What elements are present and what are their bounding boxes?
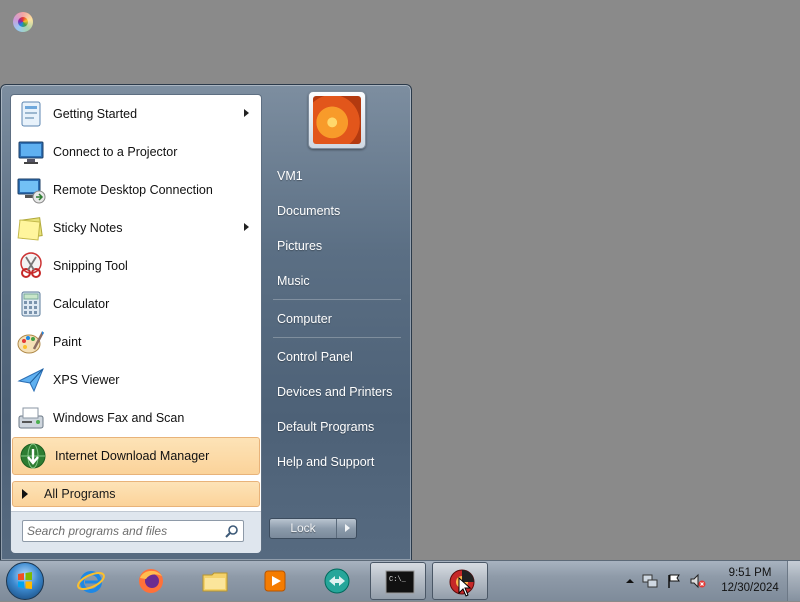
getting-started-icon <box>15 98 47 130</box>
firefox-icon <box>136 566 166 596</box>
menu-item-documents[interactable]: Documents <box>269 196 403 226</box>
program-remote-desktop[interactable]: Remote Desktop Connection <box>11 171 261 209</box>
program-fax-scan[interactable]: Windows Fax and Scan <box>11 399 261 437</box>
teamviewer-icon <box>322 566 352 596</box>
menu-item-default-programs[interactable]: Default Programs <box>269 412 403 442</box>
lock-button[interactable]: Lock <box>269 518 357 539</box>
menu-item-label: Devices and Printers <box>277 385 393 399</box>
sticky-notes-icon <box>15 212 47 244</box>
system-clock[interactable]: 9:51 PM 12/30/2024 <box>712 566 788 596</box>
menu-item-label: Control Panel <box>277 350 353 364</box>
search-box[interactable] <box>22 520 244 542</box>
program-xps-viewer[interactable]: XPS Viewer <box>11 361 261 399</box>
user-avatar-flower <box>313 96 361 144</box>
mouse-cursor-icon <box>458 577 472 597</box>
remote-desktop-icon <box>15 174 47 206</box>
menu-item-control-panel[interactable]: Control Panel <box>269 342 403 372</box>
menu-separator <box>273 299 401 300</box>
program-label: Calculator <box>53 297 110 311</box>
xps-viewer-icon <box>15 364 47 396</box>
program-label: Connect to a Projector <box>53 145 178 159</box>
menu-item-label: Default Programs <box>277 420 375 434</box>
internet-explorer-icon <box>76 566 106 596</box>
program-internet-download-manager[interactable]: Internet Download Manager <box>12 437 260 475</box>
search-input[interactable] <box>27 522 217 540</box>
menu-item-computer[interactable]: Computer <box>269 304 403 334</box>
program-label: Remote Desktop Connection <box>53 183 213 197</box>
taskbar: C:\_ 9:51 PM 12/30/2024 <box>0 560 800 601</box>
clock-date: 12/30/2024 <box>721 582 779 594</box>
expand-arrow-icon <box>22 489 28 499</box>
start-button[interactable] <box>6 562 44 600</box>
fax-scan-icon <box>15 402 47 434</box>
program-getting-started[interactable]: Getting Started <box>11 95 261 133</box>
program-label: Getting Started <box>53 107 138 121</box>
file-explorer-icon <box>200 566 230 596</box>
media-player-icon <box>260 566 290 596</box>
programs-pane: Getting Started Connect to a Projector R… <box>10 94 262 553</box>
all-programs-label: All Programs <box>44 487 116 501</box>
menu-item-label: Pictures <box>277 239 323 253</box>
show-desktop-button[interactable] <box>787 561 800 601</box>
menu-item-label: Computer <box>277 312 332 326</box>
taskbar-firefox[interactable] <box>122 562 178 600</box>
menu-item-user[interactable]: VM1 <box>269 161 403 191</box>
user-picture[interactable] <box>308 91 366 149</box>
menu-item-label: VM1 <box>277 169 303 183</box>
calculator-icon <box>15 288 47 320</box>
submenu-arrow-icon[interactable] <box>244 109 249 117</box>
taskbar-teamviewer[interactable] <box>308 562 364 600</box>
action-center-flag-icon[interactable] <box>666 573 682 589</box>
network-icon[interactable] <box>642 573 658 589</box>
start-menu: Getting Started Connect to a Projector R… <box>0 84 412 561</box>
program-calculator[interactable]: Calculator <box>11 285 261 323</box>
taskbar-file-explorer[interactable] <box>186 562 242 600</box>
program-label: Internet Download Manager <box>55 449 210 463</box>
idm-icon <box>17 440 49 472</box>
clock-time: 9:51 PM <box>728 567 772 579</box>
command-prompt-icon: C:\_ <box>385 567 415 597</box>
menu-item-label: Help and Support <box>277 455 375 469</box>
menu-item-pictures[interactable]: Pictures <box>269 231 403 261</box>
paint-icon <box>15 326 47 358</box>
projector-icon <box>15 136 47 168</box>
show-hidden-icons-icon[interactable] <box>622 573 638 589</box>
program-label: XPS Viewer <box>53 373 120 387</box>
program-label: Paint <box>53 335 82 349</box>
taskbar-internet-explorer[interactable] <box>62 562 118 600</box>
menu-separator <box>273 337 401 338</box>
menu-item-label: Music <box>277 274 310 288</box>
program-paint[interactable]: Paint <box>11 323 261 361</box>
menu-item-label: Documents <box>277 204 341 218</box>
shutdown-options-arrow-icon[interactable] <box>345 524 350 532</box>
program-label: Windows Fax and Scan <box>53 411 185 425</box>
program-label: Snipping Tool <box>53 259 128 273</box>
program-connect-projector[interactable]: Connect to a Projector <box>11 133 261 171</box>
snipping-tool-icon <box>15 250 47 282</box>
search-icon[interactable] <box>225 524 239 538</box>
program-list: Getting Started Connect to a Projector R… <box>11 95 261 475</box>
taskbar-media-player[interactable] <box>246 562 302 600</box>
taskbar-command-prompt[interactable]: C:\_ <box>370 562 426 600</box>
all-programs-button[interactable]: All Programs <box>12 481 260 507</box>
menu-item-devices-printers[interactable]: Devices and Printers <box>269 377 403 407</box>
lock-label: Lock <box>270 519 337 538</box>
search-area <box>11 511 261 553</box>
program-label: Sticky Notes <box>53 221 123 235</box>
volume-muted-icon[interactable] <box>690 573 706 589</box>
submenu-arrow-icon[interactable] <box>244 223 249 231</box>
menu-item-help-support[interactable]: Help and Support <box>269 447 403 477</box>
menu-item-music[interactable]: Music <box>269 266 403 296</box>
program-sticky-notes[interactable]: Sticky Notes <box>11 209 261 247</box>
windows-logo-icon <box>18 572 32 589</box>
cmd-glyph-text: C:\_ <box>389 576 407 584</box>
desktop-app-icon[interactable] <box>13 12 33 32</box>
program-snipping-tool[interactable]: Snipping Tool <box>11 247 261 285</box>
